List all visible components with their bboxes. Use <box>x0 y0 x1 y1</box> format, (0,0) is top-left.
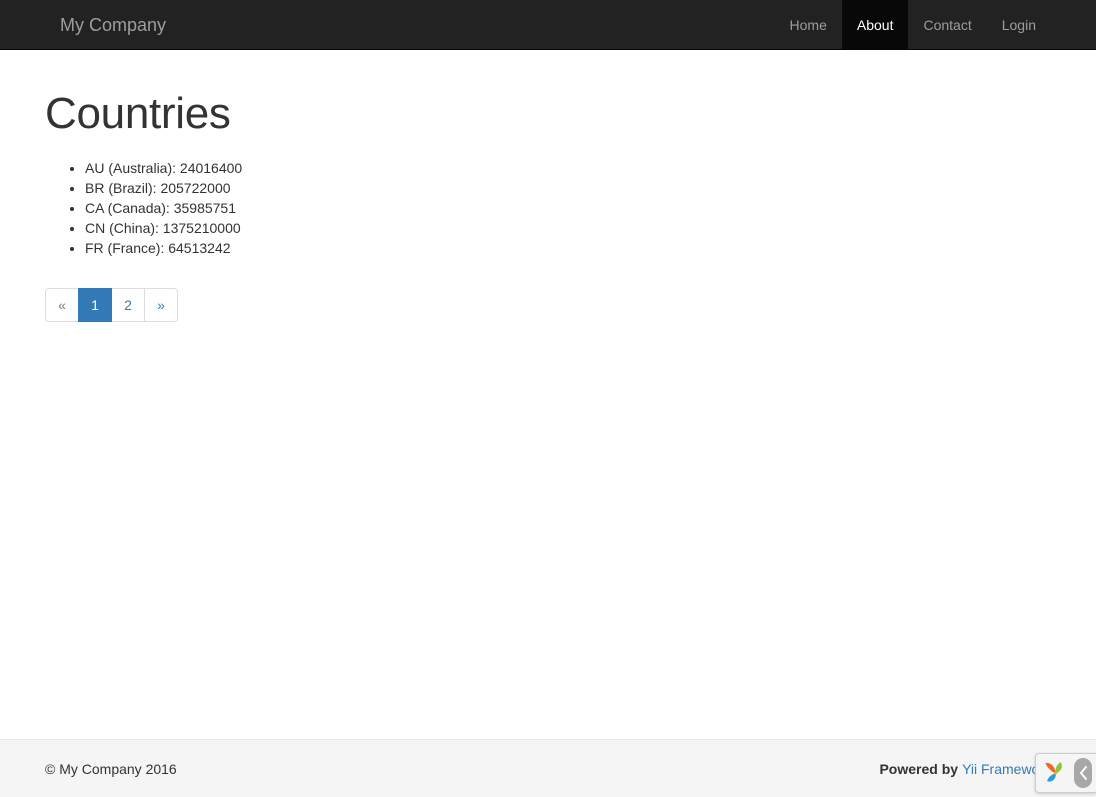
footer-inner: © My Company 2016 Powered by Yii Framewo… <box>30 740 1066 797</box>
nav-item-contact: Contact <box>908 0 986 50</box>
pagination-page-1: 1 <box>78 288 112 323</box>
yii-logo-icon <box>1042 760 1069 787</box>
powered-by-label: Powered by <box>879 760 959 777</box>
pagination-next: » <box>144 288 178 323</box>
footer-powered-by: Powered by Yii Framework <box>879 759 1051 779</box>
list-item: AU (Australia): 24016400 <box>85 158 1051 178</box>
nav-link-login[interactable]: Login <box>987 0 1051 50</box>
page-title: Countries <box>45 89 231 138</box>
nav-link-about[interactable]: About <box>841 0 909 50</box>
nav-link-home[interactable]: Home <box>775 0 842 50</box>
nav-item-home: Home <box>775 0 842 50</box>
pagination-page-2-link[interactable]: 2 <box>111 288 145 323</box>
countries-section: Countries AU (Australia): 24016400 BR (B… <box>45 89 1051 342</box>
country-list: AU (Australia): 24016400 BR (Brazil): 20… <box>45 158 1051 258</box>
footer-copyright: © My Company 2016 <box>45 760 177 777</box>
list-item: BR (Brazil): 205722000 <box>85 178 1051 198</box>
list-item: CN (China): 1375210000 <box>85 218 1051 238</box>
debug-toolbar[interactable] <box>1035 753 1096 793</box>
navbar-inner: My Company Home About Contact Login <box>30 0 1066 50</box>
nav-item-login: Login <box>987 0 1051 50</box>
pagination-prev: « <box>45 288 79 323</box>
pagination-next-link[interactable]: » <box>144 288 178 323</box>
chevron-left-icon[interactable] <box>1074 758 1092 788</box>
main-content: Countries AU (Australia): 24016400 BR (B… <box>30 50 1066 342</box>
list-item: CA (Canada): 35985751 <box>85 198 1051 218</box>
pagination-page-1-link[interactable]: 1 <box>78 288 112 323</box>
nav-item-about: About <box>841 0 909 50</box>
navbar: My Company Home About Contact Login <box>0 0 1096 50</box>
navbar-brand[interactable]: My Company <box>45 0 181 50</box>
list-item: FR (France): 64513242 <box>85 238 1051 258</box>
footer: © My Company 2016 Powered by Yii Framewo… <box>0 739 1096 797</box>
navbar-menu: Home About Contact Login <box>775 0 1051 50</box>
pagination: « 1 2 » <box>45 288 178 323</box>
nav-link-contact[interactable]: Contact <box>908 0 986 50</box>
pagination-prev-link[interactable]: « <box>45 288 79 323</box>
page-root: My Company Home About Contact Login Coun… <box>0 0 1096 797</box>
pagination-page-2: 2 <box>111 288 145 323</box>
